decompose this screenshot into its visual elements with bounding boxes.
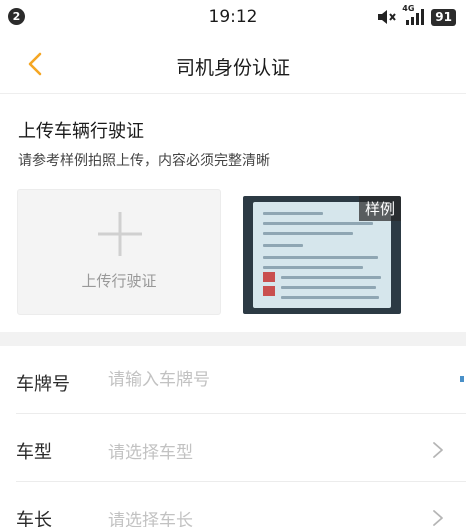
plate-number-row[interactable]: 车牌号 [0,346,466,414]
vehicle-type-row[interactable]: 车型 请选择车型 [0,414,466,482]
status-icons: 4G 91 [377,4,456,27]
network-type: 4G [402,4,415,13]
plate-number-label: 车牌号 [16,374,70,395]
upload-description: 请参考样例拍照上传，内容必须完整清晰 [18,153,270,169]
battery-indicator: 91 [431,8,456,26]
plus-icon [98,212,142,256]
upload-section: 上传车辆行驶证 请参考样例拍照上传，内容必须完整清晰 上传行驶证 样例 [0,95,466,331]
chevron-right-icon [433,442,443,458]
signal-icon: 4G [402,4,426,26]
mute-icon [378,10,397,24]
sample-tag: 样例 [358,196,401,221]
upload-license-button[interactable]: 上传行驶证 [17,189,221,315]
status-bar: 2 19:12 4G 91 [0,0,466,34]
chevron-right-icon [433,510,443,526]
nav-bar: 司机身份认证 [0,34,466,94]
vehicle-type-label: 车型 [16,442,52,463]
vehicle-length-label: 车长 [16,510,52,527]
scroll-marker [460,376,464,382]
page-title: 司机身份认证 [175,57,290,79]
upload-section-title: 上传车辆行驶证 [18,121,144,142]
upload-license-label: 上传行驶证 [81,272,157,290]
section-divider [0,332,466,346]
vehicle-length-select[interactable]: 请选择车长 [108,506,408,527]
sample-license-image[interactable]: 样例 [243,196,401,314]
vehicle-length-row[interactable]: 车长 请选择车长 [0,482,466,527]
plate-number-input[interactable] [108,370,408,390]
vehicle-type-select[interactable]: 请选择车型 [108,438,408,463]
